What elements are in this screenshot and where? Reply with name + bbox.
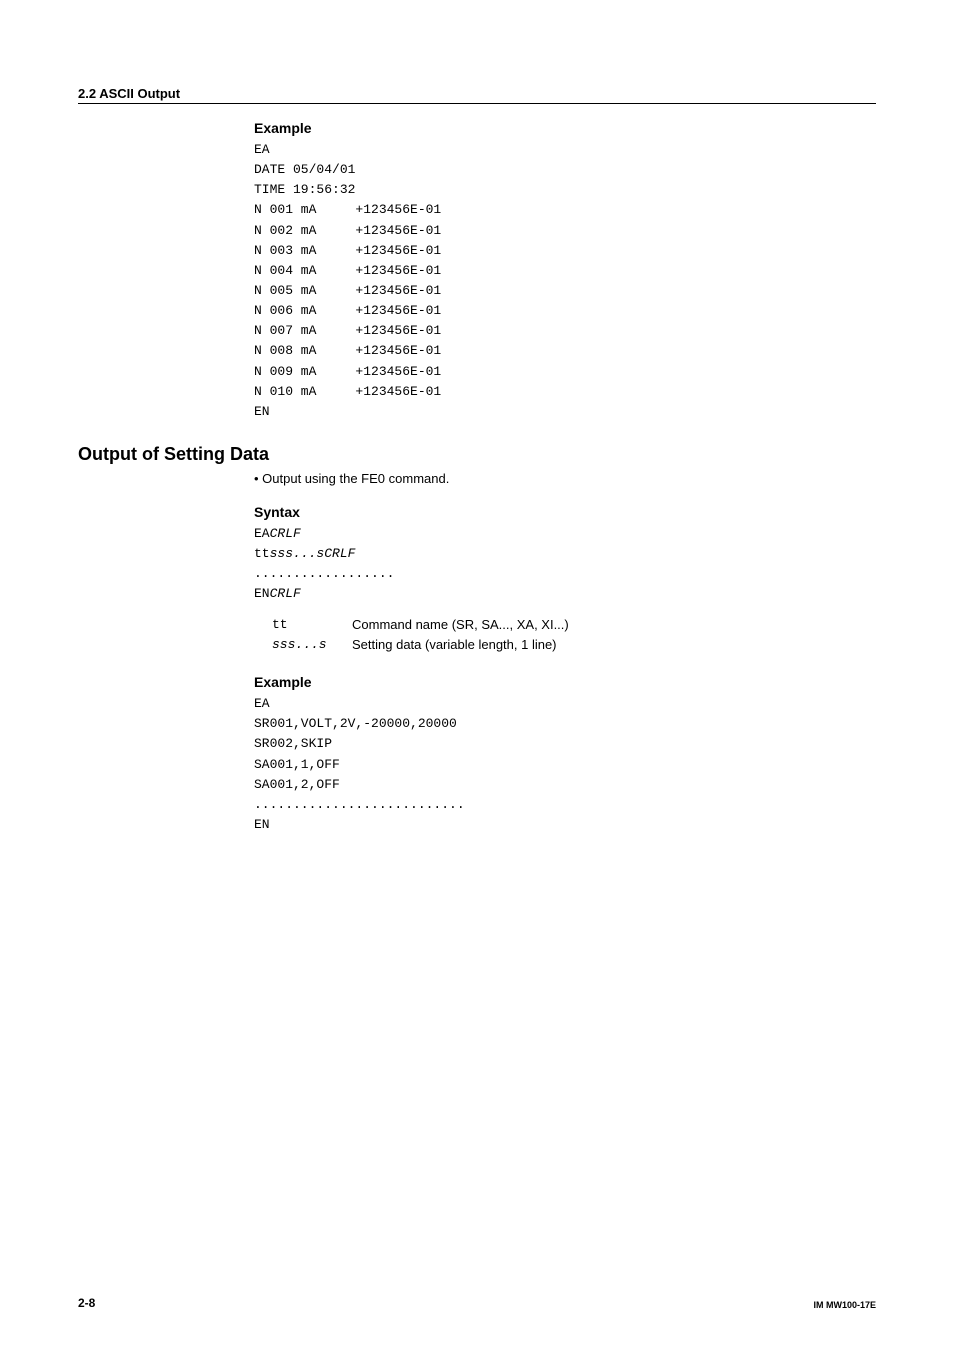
def-key: sss...s bbox=[272, 635, 352, 656]
example1-line: N 008 mA +123456E-01 bbox=[254, 341, 876, 361]
syntax-line: EACRLF bbox=[254, 524, 876, 544]
section-header: 2.2 ASCII Output bbox=[78, 86, 876, 104]
def-row: sss...s Setting data (variable length, 1… bbox=[272, 635, 876, 656]
example2-line: SR001,VOLT,2V,-20000,20000 bbox=[254, 714, 876, 734]
example1-line: EA bbox=[254, 140, 876, 160]
def-row: tt Command name (SR, SA..., XA, XI...) bbox=[272, 615, 876, 636]
example1-line: N 009 mA +123456E-01 bbox=[254, 362, 876, 382]
example2-title: Example bbox=[254, 674, 876, 690]
syntax-txt: EN bbox=[254, 586, 270, 601]
def-key: tt bbox=[272, 615, 352, 636]
example1-line: N 010 mA +123456E-01 bbox=[254, 382, 876, 402]
def-val: Command name (SR, SA..., XA, XI...) bbox=[352, 615, 569, 636]
example1-line: DATE 05/04/01 bbox=[254, 160, 876, 180]
example1-line: N 002 mA +123456E-01 bbox=[254, 221, 876, 241]
example1-line: N 001 mA +123456E-01 bbox=[254, 200, 876, 220]
example2-line: EA bbox=[254, 694, 876, 714]
example-block-1: Example EA DATE 05/04/01 TIME 19:56:32 N… bbox=[254, 120, 876, 422]
example1-line: N 003 mA +123456E-01 bbox=[254, 241, 876, 261]
syntax-txt: EA bbox=[254, 526, 270, 541]
syntax-crlf: CRLF bbox=[324, 546, 355, 561]
example2-line: EN bbox=[254, 815, 876, 835]
example1-line: N 004 mA +123456E-01 bbox=[254, 261, 876, 281]
page-number: 2-8 bbox=[78, 1296, 95, 1310]
example-block-2: Example EA SR001,VOLT,2V,-20000,20000 SR… bbox=[254, 674, 876, 835]
syntax-block: Syntax EACRLF ttsss...sCRLF ............… bbox=[254, 504, 876, 656]
output-setting-bullet: Output using the FE0 command. bbox=[254, 471, 876, 486]
syntax-crlf: CRLF bbox=[270, 586, 301, 601]
syntax-title: Syntax bbox=[254, 504, 876, 520]
output-setting-heading: Output of Setting Data bbox=[78, 444, 876, 465]
example1-line: N 005 mA +123456E-01 bbox=[254, 281, 876, 301]
syntax-line: ENCRLF bbox=[254, 584, 876, 604]
example1-line: TIME 19:56:32 bbox=[254, 180, 876, 200]
syntax-var: sss...s bbox=[270, 546, 325, 561]
example2-line: ........................... bbox=[254, 795, 876, 815]
def-val: Setting data (variable length, 1 line) bbox=[352, 635, 557, 656]
example1-line: N 006 mA +123456E-01 bbox=[254, 301, 876, 321]
syntax-line: .................. bbox=[254, 564, 876, 584]
example1-line: EN bbox=[254, 402, 876, 422]
syntax-txt: tt bbox=[254, 546, 270, 561]
syntax-defs: tt Command name (SR, SA..., XA, XI...) s… bbox=[272, 615, 876, 657]
example1-title: Example bbox=[254, 120, 876, 136]
syntax-line: ttsss...sCRLF bbox=[254, 544, 876, 564]
syntax-crlf: CRLF bbox=[270, 526, 301, 541]
example1-line: N 007 mA +123456E-01 bbox=[254, 321, 876, 341]
example2-line: SA001,1,OFF bbox=[254, 755, 876, 775]
doc-code: IM MW100-17E bbox=[813, 1300, 876, 1310]
example2-line: SR002,SKIP bbox=[254, 734, 876, 754]
example2-line: SA001,2,OFF bbox=[254, 775, 876, 795]
